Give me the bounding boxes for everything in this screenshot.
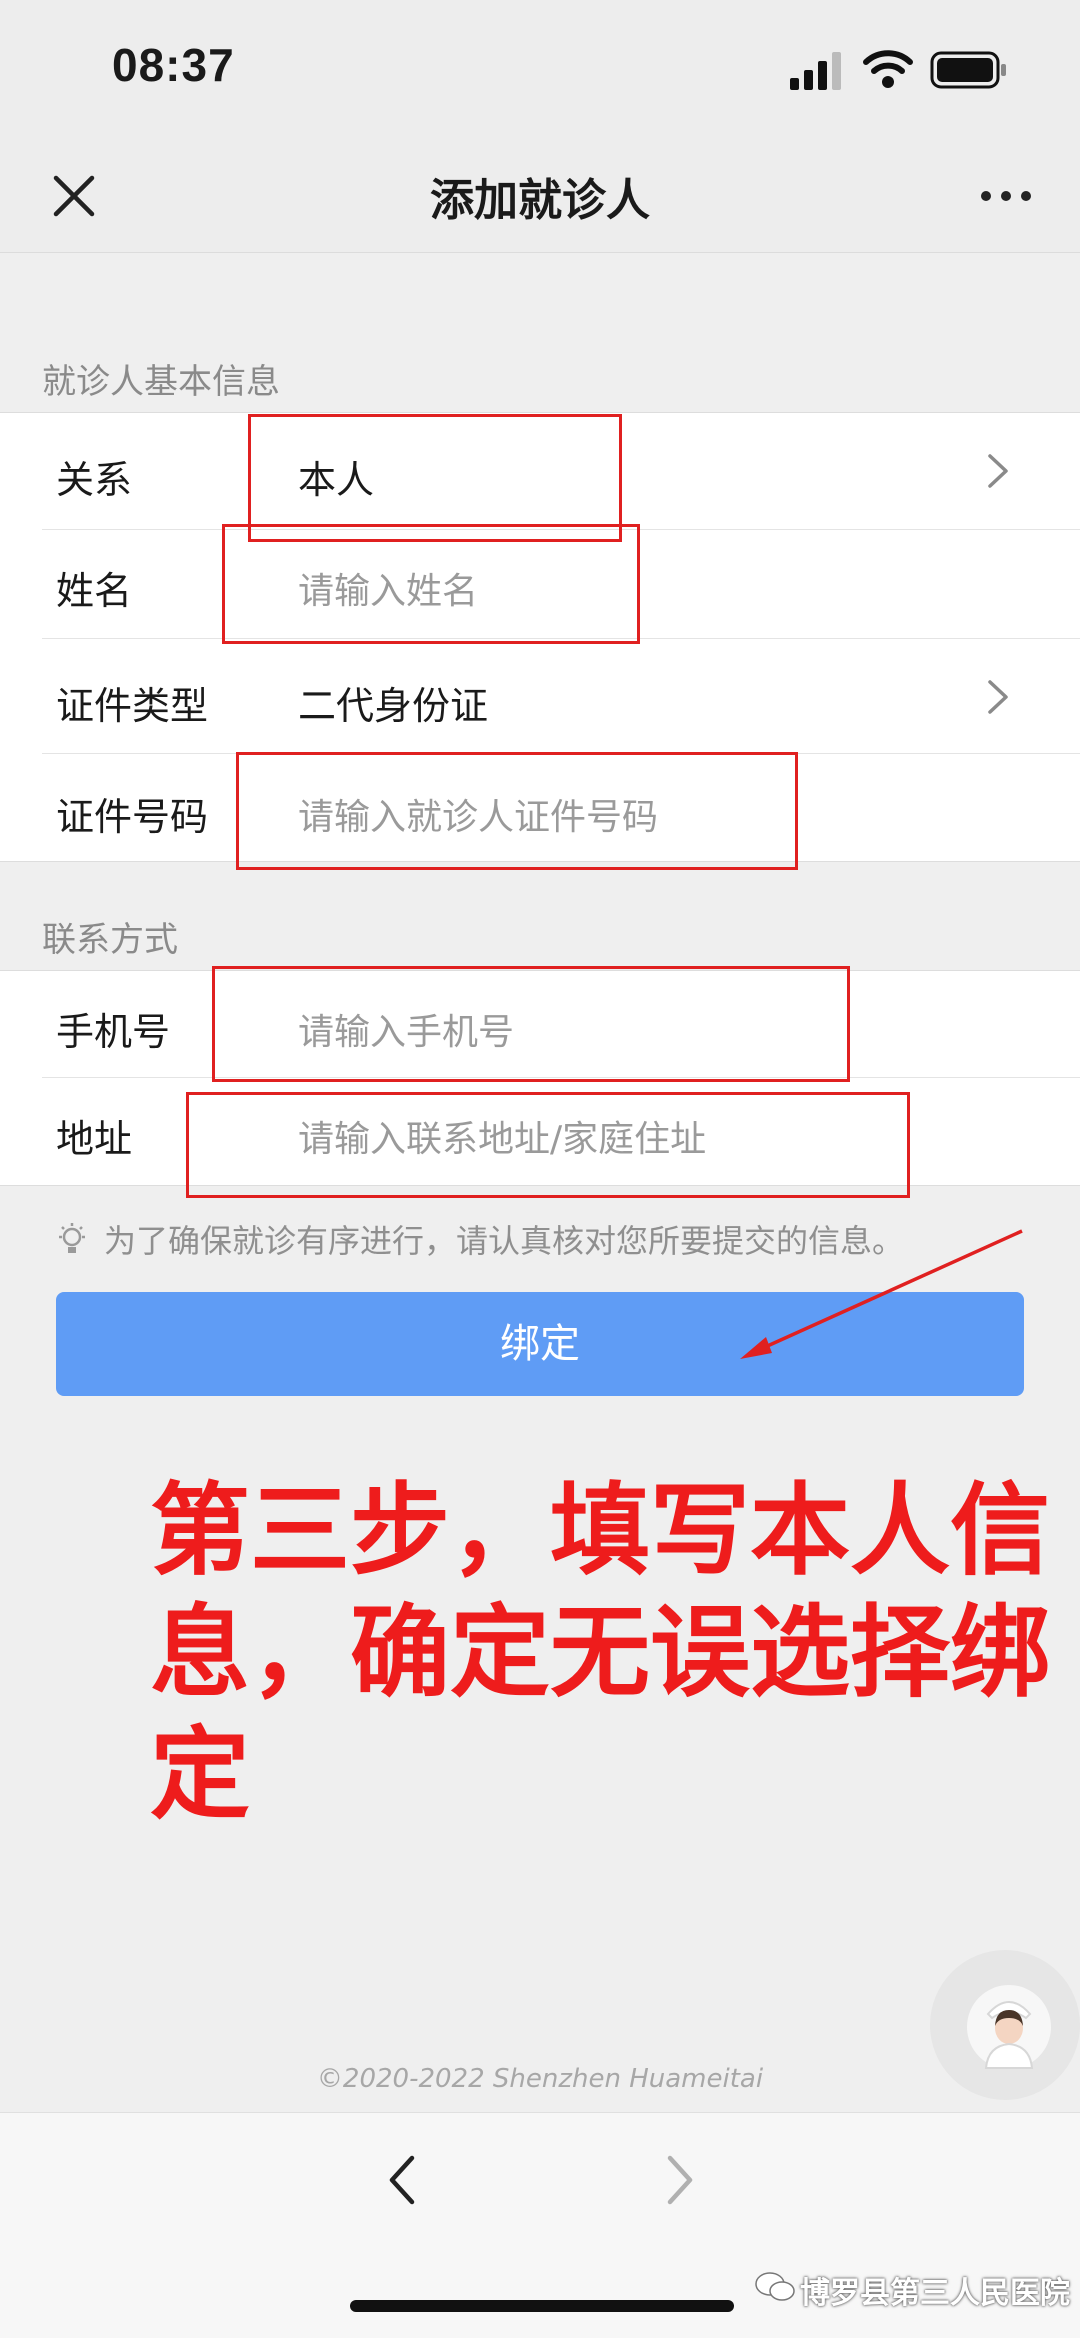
relation-label: 关系	[56, 458, 133, 502]
battery-icon	[930, 51, 1006, 89]
copyright-text: ©2020-2022 Shenzhen Huameitai	[316, 2064, 764, 2094]
section-title-basic-info: 就诊人基本信息	[42, 362, 280, 402]
annotation-box-name	[222, 524, 640, 644]
id-type-label: 证件类型	[56, 684, 209, 728]
annotation-box-address	[186, 1092, 910, 1198]
status-bar: 08:37	[0, 0, 1080, 140]
chevron-right-icon	[988, 680, 1008, 714]
page-title: 添加就诊人	[430, 175, 650, 226]
back-arrow-icon[interactable]	[382, 2150, 422, 2210]
id-type-row[interactable]: 证件类型 二代身份证	[0, 639, 1080, 753]
lightbulb-icon	[59, 1223, 85, 1253]
section-title-contact: 联系方式	[42, 920, 178, 960]
nav-bar: 添加就诊人	[0, 140, 1080, 253]
more-icon[interactable]	[976, 168, 1036, 224]
id-type-value: 二代身份证	[298, 684, 489, 728]
annotation-box-relation	[248, 414, 622, 542]
chevron-right-icon	[988, 454, 1008, 488]
annotation-line-2: 息，确定无误选择绑定	[150, 1594, 1050, 1833]
home-indicator	[350, 2300, 734, 2312]
phone-label: 手机号	[56, 1010, 171, 1054]
annotation-line-1: 第三步，填写本人信	[150, 1472, 1050, 1589]
wechat-icon	[755, 2272, 795, 2301]
signal-icon	[790, 52, 841, 90]
name-label: 姓名	[56, 569, 133, 613]
annotation-arrow-icon	[740, 1229, 1023, 1359]
address-label: 地址	[56, 1117, 133, 1161]
annotation-text: 第三步，填写本人信 息，确定无误选择绑定	[150, 1470, 1080, 1836]
forward-arrow-icon[interactable]	[660, 2150, 700, 2210]
id-number-label: 证件号码	[56, 795, 209, 839]
watermark-text: 博罗县第三人民医院	[800, 2276, 1070, 2311]
status-time: 08:37	[112, 39, 235, 91]
annotation-box-phone	[212, 966, 850, 1082]
wifi-icon	[863, 50, 913, 88]
annotation-box-id-number	[236, 752, 798, 870]
doctor-avatar-icon[interactable]	[966, 1984, 1052, 2070]
